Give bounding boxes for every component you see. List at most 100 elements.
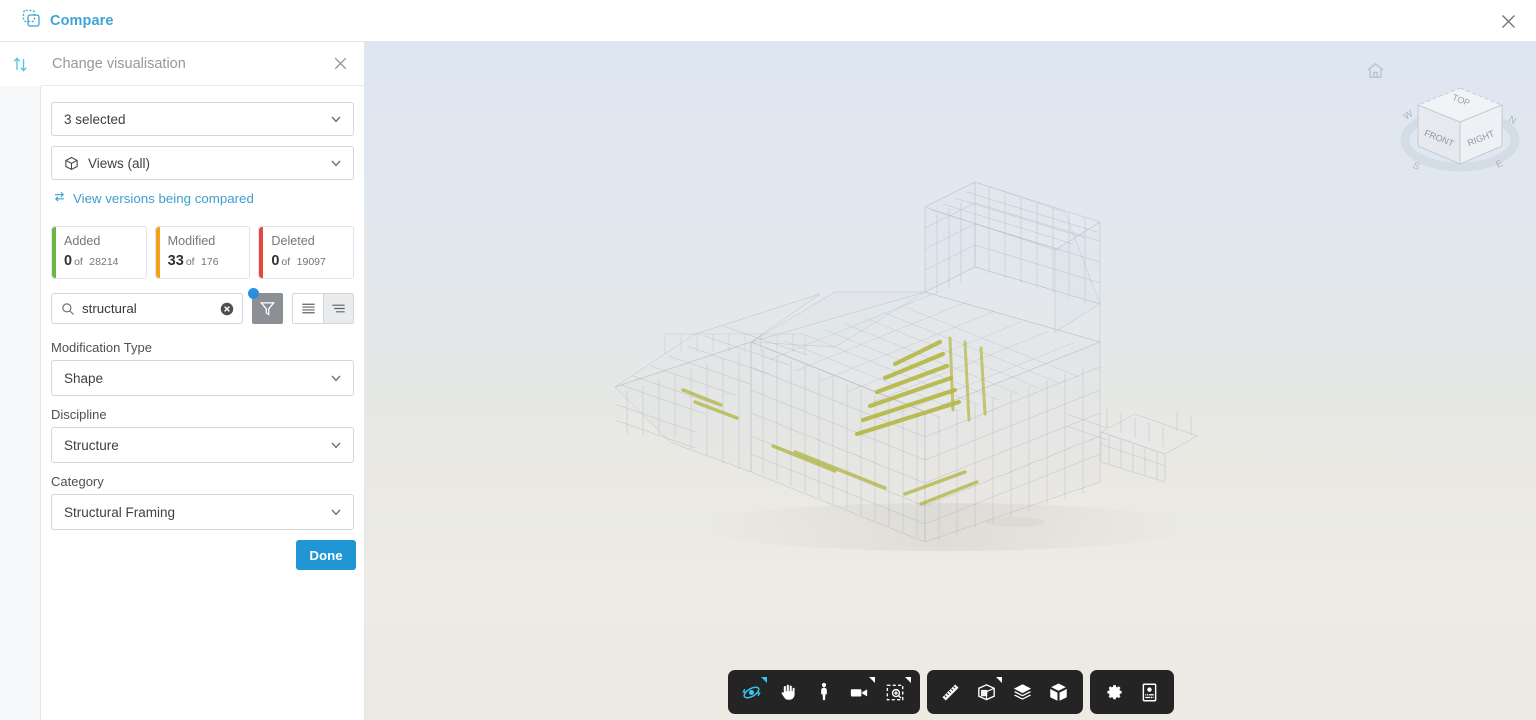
done-button[interactable]: Done <box>296 540 356 570</box>
discipline-select[interactable]: Structure <box>51 427 354 463</box>
home-button[interactable] <box>1365 60 1386 86</box>
zoom-window-tool-button[interactable] <box>878 674 914 710</box>
search-input[interactable]: structural <box>51 293 243 324</box>
stat-values: 0 of 28214 <box>64 252 146 270</box>
stat-card-modified[interactable]: Modified 33 of 176 <box>154 226 251 279</box>
field-discipline: Discipline Structure <box>51 407 354 463</box>
properties-panel-button[interactable] <box>1132 674 1168 710</box>
cube-icon <box>64 156 79 171</box>
home-icon <box>1367 62 1384 78</box>
orbit-icon <box>742 686 761 698</box>
change-visualisation-panel: Change visualisation 3 selected Views (a… <box>41 42 365 720</box>
view-toggle-compact-list[interactable] <box>293 294 323 323</box>
view-cube[interactable]: W N S E TOP FRONT RIGHT <box>1390 72 1530 187</box>
arrows-up-down-icon <box>13 56 27 72</box>
tool-options-corner-icon[interactable] <box>760 677 767 683</box>
measure-tool-button[interactable] <box>933 674 969 710</box>
search-row: structural <box>51 288 354 324</box>
view-versions-link[interactable]: View versions being compared <box>53 190 354 206</box>
list-grouped-icon <box>332 304 345 313</box>
toolbar-group-tools <box>926 670 1083 714</box>
panel-header: Change visualisation <box>41 42 364 86</box>
models-select-value: 3 selected <box>64 111 126 127</box>
model-viewport[interactable]: W N S E TOP FRONT RIGHT <box>365 42 1536 720</box>
camera-icon <box>850 688 868 697</box>
top-bar: Compare <box>0 0 1536 42</box>
viewer-toolbar <box>727 670 1174 714</box>
panel-title: Change visualisation <box>52 55 186 72</box>
field-modification-type: Modification Type Shape <box>51 340 354 396</box>
search-value: structural <box>82 301 137 316</box>
search-icon <box>61 302 75 316</box>
stat-card-deleted[interactable]: Deleted 0 of 19097 <box>258 226 355 279</box>
close-icon <box>334 57 346 70</box>
filter-button[interactable] <box>248 288 283 324</box>
chevron-down-icon <box>329 505 343 519</box>
bim-model-wireframe <box>614 181 1198 551</box>
chevron-down-icon <box>329 371 343 385</box>
category-select[interactable]: Structural Framing <box>51 494 354 530</box>
views-select-value: Views (all) <box>88 155 151 171</box>
toolbar-group-settings <box>1089 670 1174 714</box>
category-value: Structural Framing <box>64 504 176 520</box>
walk-tool-button[interactable] <box>806 674 842 710</box>
panel-body: 3 selected Views (all) View versions bei… <box>41 86 364 530</box>
layers-icon <box>1013 683 1032 700</box>
stat-count: 33 <box>167 253 184 269</box>
modification-type-select[interactable]: Shape <box>51 360 354 396</box>
stat-of: of <box>281 256 291 268</box>
layers-tool-button[interactable] <box>1005 674 1041 710</box>
compare-icon <box>22 9 41 32</box>
field-label: Modification Type <box>51 340 152 355</box>
view-mode-toggle <box>292 293 354 324</box>
measure-ruler-icon <box>942 683 959 701</box>
stat-values: 0 of 19097 <box>271 252 353 270</box>
filter-funnel-icon <box>259 302 276 316</box>
filter-active-badge <box>248 288 259 299</box>
section-box-tool-button[interactable] <box>969 674 1005 710</box>
change-stats: Added 0 of 28214 Modified 33 of 176 Delete… <box>51 226 355 279</box>
panel-close-button[interactable] <box>328 52 352 76</box>
view-toggle-grouped-list[interactable] <box>323 294 353 323</box>
rail-button-compare-versions[interactable] <box>0 42 41 86</box>
models-select[interactable]: 3 selected <box>51 102 354 136</box>
stat-card-added[interactable]: Added 0 of 28214 <box>51 226 147 279</box>
pan-hand-icon <box>781 684 795 700</box>
field-label: Discipline <box>51 407 107 422</box>
close-icon <box>1501 14 1515 28</box>
stat-label: Modified <box>167 234 216 248</box>
pan-tool-button[interactable] <box>770 674 806 710</box>
tool-options-corner-icon[interactable] <box>995 677 1002 683</box>
compare-brand: Compare <box>22 9 114 32</box>
compare-app: Compare Change visualisation 3 selected … <box>0 0 1536 720</box>
stat-of: of <box>74 256 83 268</box>
discipline-value: Structure <box>64 437 119 453</box>
modification-type-value: Shape <box>64 370 104 386</box>
orbit-tool-button[interactable] <box>734 674 770 710</box>
toolbar-group-navigation <box>727 670 920 714</box>
close-button[interactable] <box>1494 7 1522 35</box>
zoom-window-icon <box>886 684 904 700</box>
clear-circle-icon[interactable] <box>220 302 234 316</box>
walk-person-icon <box>820 682 827 701</box>
camera-tool-button[interactable] <box>842 674 878 710</box>
views-select[interactable]: Views (all) <box>51 146 354 180</box>
section-box-icon <box>978 683 995 700</box>
chevron-down-icon <box>329 112 343 126</box>
properties-panel-icon <box>1142 683 1157 701</box>
tool-options-corner-icon[interactable] <box>904 677 911 683</box>
settings-gear-icon <box>1107 684 1122 699</box>
settings-tool-button[interactable] <box>1096 674 1132 710</box>
field-label: Category <box>51 474 104 489</box>
model-explode-tool-button[interactable] <box>1041 674 1077 710</box>
stat-count: 0 <box>64 253 73 269</box>
compare-arrows-icon <box>53 190 66 206</box>
stat-label: Deleted <box>271 234 315 248</box>
tool-options-corner-icon[interactable] <box>868 677 875 683</box>
field-category: Category Structural Framing <box>51 474 354 530</box>
chevron-down-icon <box>329 156 343 170</box>
stat-count: 0 <box>271 253 280 269</box>
stat-total: 176 <box>201 256 219 268</box>
chevron-down-icon <box>329 438 343 452</box>
stat-of: of <box>185 256 195 268</box>
